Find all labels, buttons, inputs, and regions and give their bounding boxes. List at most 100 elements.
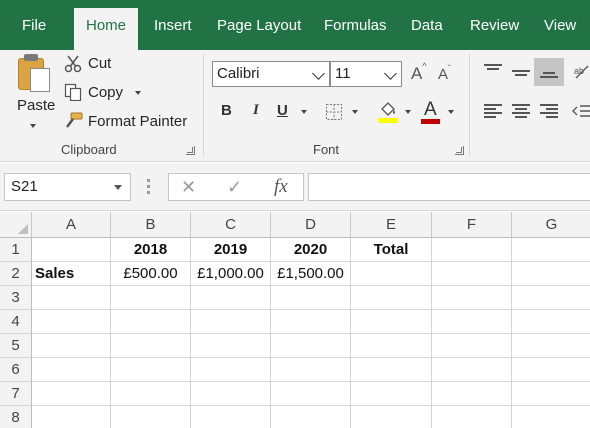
- cell-d7[interactable]: [271, 382, 351, 406]
- cell-b3[interactable]: [111, 286, 191, 310]
- cell-a3[interactable]: [32, 286, 111, 310]
- copy-dropdown-icon[interactable]: [135, 91, 141, 95]
- formula-input[interactable]: [308, 173, 590, 201]
- font-color-dropdown-icon[interactable]: [448, 110, 454, 114]
- column-header-b[interactable]: B: [111, 212, 191, 238]
- cell-e2[interactable]: [351, 262, 432, 286]
- tab-data[interactable]: Data: [411, 0, 443, 50]
- paste-dropdown-icon[interactable]: [30, 124, 36, 128]
- cell-d1[interactable]: 2020: [271, 238, 351, 262]
- cell-g1[interactable]: [512, 238, 590, 262]
- shrink-font-button[interactable]: Aˇ: [438, 64, 451, 83]
- column-header-d[interactable]: D: [271, 212, 351, 238]
- row-header-1[interactable]: 1: [0, 238, 32, 262]
- top-align-icon[interactable]: [484, 64, 502, 78]
- cell-d8[interactable]: [271, 406, 351, 428]
- align-right-icon[interactable]: [540, 104, 558, 118]
- cell-c6[interactable]: [191, 358, 271, 382]
- tab-page-layout[interactable]: Page Layout: [217, 0, 301, 50]
- format-painter-button[interactable]: Format Painter: [88, 113, 187, 130]
- fill-color-icon[interactable]: [377, 100, 399, 124]
- cell-g3[interactable]: [512, 286, 590, 310]
- cell-e7[interactable]: [351, 382, 432, 406]
- cell-a1[interactable]: [32, 238, 111, 262]
- tab-home[interactable]: Home: [74, 8, 139, 50]
- insert-function-icon[interactable]: fx: [274, 176, 288, 198]
- fill-color-dropdown-icon[interactable]: [405, 110, 411, 114]
- cell-f1[interactable]: [432, 238, 512, 262]
- cell-a5[interactable]: [32, 334, 111, 358]
- row-header-7[interactable]: 7: [0, 382, 32, 406]
- cell-d6[interactable]: [271, 358, 351, 382]
- copy-button[interactable]: Copy: [88, 84, 123, 101]
- tab-formulas[interactable]: Formulas: [324, 0, 387, 50]
- tab-insert[interactable]: Insert: [154, 0, 192, 50]
- cell-b5[interactable]: [111, 334, 191, 358]
- cell-f2[interactable]: [432, 262, 512, 286]
- decrease-indent-icon[interactable]: [572, 102, 590, 120]
- row-header-3[interactable]: 3: [0, 286, 32, 310]
- column-header-a[interactable]: A: [32, 212, 111, 238]
- cell-d5[interactable]: [271, 334, 351, 358]
- cell-g4[interactable]: [512, 310, 590, 334]
- cell-b1[interactable]: 2018: [111, 238, 191, 262]
- font-color-button[interactable]: A: [424, 99, 437, 121]
- cell-f7[interactable]: [432, 382, 512, 406]
- cut-button[interactable]: Cut: [88, 55, 111, 72]
- cell-c7[interactable]: [191, 382, 271, 406]
- middle-align-icon[interactable]: [512, 66, 530, 80]
- grow-font-button[interactable]: A^: [411, 61, 427, 84]
- cell-d3[interactable]: [271, 286, 351, 310]
- cell-b2[interactable]: £500.00: [111, 262, 191, 286]
- font-size-box[interactable]: 11: [330, 61, 402, 87]
- orientation-icon[interactable]: ab: [572, 62, 590, 80]
- cell-g5[interactable]: [512, 334, 590, 358]
- cell-b7[interactable]: [111, 382, 191, 406]
- column-header-f[interactable]: F: [432, 212, 512, 238]
- cell-c3[interactable]: [191, 286, 271, 310]
- cell-f5[interactable]: [432, 334, 512, 358]
- cell-c2[interactable]: £1,000.00: [191, 262, 271, 286]
- cell-f3[interactable]: [432, 286, 512, 310]
- cell-g2[interactable]: [512, 262, 590, 286]
- cell-a8[interactable]: [32, 406, 111, 428]
- cell-e5[interactable]: [351, 334, 432, 358]
- cell-g6[interactable]: [512, 358, 590, 382]
- cancel-icon[interactable]: ✕: [181, 177, 196, 198]
- column-header-g[interactable]: G: [512, 212, 590, 238]
- row-header-5[interactable]: 5: [0, 334, 32, 358]
- underline-button[interactable]: U: [277, 102, 288, 119]
- cell-a2[interactable]: Sales: [32, 262, 111, 286]
- column-header-c[interactable]: C: [191, 212, 271, 238]
- cell-c5[interactable]: [191, 334, 271, 358]
- cell-g7[interactable]: [512, 382, 590, 406]
- italic-button[interactable]: I: [253, 102, 259, 119]
- tab-file[interactable]: File: [22, 0, 46, 50]
- borders-dropdown-icon[interactable]: [352, 110, 358, 114]
- cell-c1[interactable]: 2019: [191, 238, 271, 262]
- select-all-button[interactable]: [0, 212, 32, 238]
- align-center-icon[interactable]: [512, 104, 530, 118]
- row-header-4[interactable]: 4: [0, 310, 32, 334]
- tab-view[interactable]: View: [544, 0, 576, 50]
- cell-e8[interactable]: [351, 406, 432, 428]
- cell-b4[interactable]: [111, 310, 191, 334]
- cell-b6[interactable]: [111, 358, 191, 382]
- bold-button[interactable]: B: [221, 102, 232, 119]
- cell-c4[interactable]: [191, 310, 271, 334]
- cell-e1[interactable]: Total: [351, 238, 432, 262]
- row-header-6[interactable]: 6: [0, 358, 32, 382]
- cell-f4[interactable]: [432, 310, 512, 334]
- cell-a6[interactable]: [32, 358, 111, 382]
- cell-a7[interactable]: [32, 382, 111, 406]
- underline-dropdown-icon[interactable]: [301, 110, 307, 114]
- cell-d4[interactable]: [271, 310, 351, 334]
- cell-g8[interactable]: [512, 406, 590, 428]
- cell-f6[interactable]: [432, 358, 512, 382]
- cell-e6[interactable]: [351, 358, 432, 382]
- row-header-8[interactable]: 8: [0, 406, 32, 428]
- cell-e3[interactable]: [351, 286, 432, 310]
- align-left-icon[interactable]: [484, 104, 502, 118]
- name-box[interactable]: S21: [4, 173, 131, 201]
- cell-e4[interactable]: [351, 310, 432, 334]
